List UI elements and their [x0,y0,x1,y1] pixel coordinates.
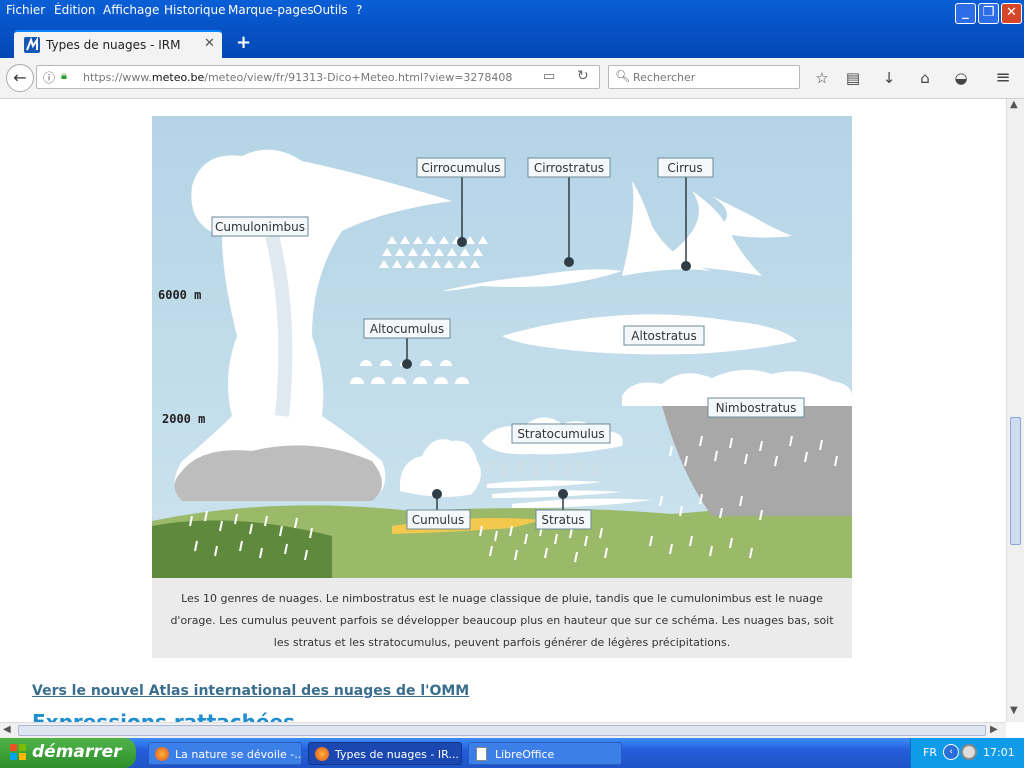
url-text: https://www.meteo.be/meteo/view/fr/91313… [83,71,513,84]
label-cumulus: Cumulus [406,509,471,530]
firefox-icon [315,747,329,761]
horizontal-scrollbar[interactable]: ◀ ▶ [0,722,1006,738]
svg-text:Stratocumulus: Stratocumulus [517,427,604,441]
figure-caption: Les 10 genres de nuages. Le nimbostratus… [152,578,852,658]
svg-text:Stratus: Stratus [541,513,584,527]
menu-historique[interactable]: Historique [164,3,226,17]
svg-text:Altocumulus: Altocumulus [370,322,444,336]
start-button[interactable]: démarrer [0,738,136,768]
task-firefox-nuages[interactable]: Types de nuages - IR... [308,742,462,765]
task-label: La nature se dévoile -... [175,748,302,761]
label-cirrostratus: Cirrostratus [527,157,611,178]
svg-text:Altostratus: Altostratus [631,329,696,343]
altitude-6000-label: 6000 m [158,288,201,302]
language-indicator[interactable]: FR [923,746,937,759]
clock: 17:01 [983,746,1015,759]
restore-button[interactable]: ❐ [978,3,999,24]
lock-icon: 🔒︎ [61,69,67,82]
reload-icon[interactable]: ↻ [577,68,589,84]
related-expressions-heading: Expressions rattachées [32,710,295,722]
menu-fichier[interactable]: Fichier [6,3,45,17]
navigation-toolbar: ← ⓘ 🔒︎ https://www.meteo.be/meteo/view/f… [0,58,1024,99]
menu-outils[interactable]: Outils [313,3,348,17]
scroll-right-icon[interactable]: ▶ [990,724,998,735]
search-icon: 🔍︎ [615,69,631,83]
caption-line-2: d'orage. Les cumulus peuvent parfois se … [170,614,834,627]
reader-view-icon[interactable]: ▭ [543,69,555,84]
menu-edition[interactable]: Édition [54,3,96,17]
scroll-up-icon[interactable]: ▲ [1010,99,1018,110]
label-altostratus: Altostratus [623,325,705,346]
scroll-down-icon[interactable]: ▼ [1010,705,1018,716]
tab-active[interactable]: Types de nuages - IRM ✕ [14,30,222,60]
task-label: LibreOffice [495,748,555,761]
firefox-icon [155,747,169,761]
home-icon[interactable]: ⌂ [914,68,936,88]
scroll-left-icon[interactable]: ◀ [3,724,11,735]
windows-logo-icon [10,744,26,760]
minimize-button[interactable]: _ [955,3,976,24]
label-stratocumulus: Stratocumulus [511,423,611,444]
cloud-types-diagram: Cirrocumulus Cirrostratus Cirrus Cumulon… [152,116,852,578]
label-stratus: Stratus [535,509,592,530]
label-cumulonimbus: Cumulonimbus [211,216,309,237]
menu-affichage[interactable]: Affichage [103,3,159,17]
tab-title: Types de nuages - IRM [46,38,181,52]
task-libreoffice[interactable]: LibreOffice [468,742,622,765]
info-icon[interactable]: ⓘ [43,69,55,86]
task-firefox-nature[interactable]: La nature se dévoile -... [148,742,302,765]
menu-hamburger-icon[interactable]: ≡ [992,68,1014,88]
task-label: Types de nuages - IR... [335,748,459,761]
horizontal-scroll-thumb[interactable] [18,725,986,736]
bookmark-star-icon[interactable]: ☆ [811,68,833,88]
system-tray: FR ‹ 17:01 [910,738,1024,768]
tab-close-icon[interactable]: ✕ [204,36,215,51]
label-cirrus: Cirrus [657,157,714,178]
url-bar[interactable]: ⓘ 🔒︎ https://www.meteo.be/meteo/view/fr/… [36,65,600,89]
tray-app-icon[interactable] [961,744,977,760]
caption-line-1: Les 10 genres de nuages. Le nimbostratus… [181,592,823,605]
pocket-icon[interactable]: ◒ [950,68,972,88]
menu-help[interactable]: ? [356,3,362,17]
start-label: démarrer [32,742,122,762]
download-icon[interactable]: ↓ [878,68,900,88]
svg-text:Cirrostratus: Cirrostratus [534,161,604,175]
atlas-link[interactable]: Vers le nouvel Atlas international des n… [32,683,469,699]
close-window-button[interactable]: ✕ [1001,3,1022,24]
search-placeholder: Rechercher [633,71,696,84]
irm-favicon-icon [24,36,40,53]
new-tab-icon[interactable]: + [236,32,251,53]
title-bar: Fichier Édition Affichage Historique Mar… [0,0,1024,60]
altitude-2000-label: 2000 m [162,412,205,426]
vertical-scroll-thumb[interactable] [1010,417,1021,545]
svg-text:Nimbostratus: Nimbostratus [716,401,797,415]
svg-text:Cumulus: Cumulus [412,513,464,527]
vertical-scrollbar[interactable]: ▲ ▼ [1006,99,1024,722]
document-icon [476,747,487,761]
page-content: Cirrocumulus Cirrostratus Cirrus Cumulon… [0,99,1006,722]
caption-line-3: les stratus et les stratocumulus, peuven… [273,636,731,649]
search-input[interactable]: 🔍︎ Rechercher [608,65,800,89]
svg-text:Cumulonimbus: Cumulonimbus [215,220,305,234]
svg-text:Cirrocumulus: Cirrocumulus [421,161,500,175]
svg-text:Cirrus: Cirrus [667,161,702,175]
bookmarks-list-icon[interactable]: ▤ [842,68,864,88]
label-cirrocumulus: Cirrocumulus [416,157,506,178]
label-nimbostratus: Nimbostratus [707,397,805,418]
menu-marque-pages[interactable]: Marque-pages [228,3,314,17]
label-altocumulus: Altocumulus [363,318,451,339]
tray-arrow-icon[interactable]: ‹ [943,744,959,760]
back-arrow-icon[interactable]: ← [6,64,34,92]
